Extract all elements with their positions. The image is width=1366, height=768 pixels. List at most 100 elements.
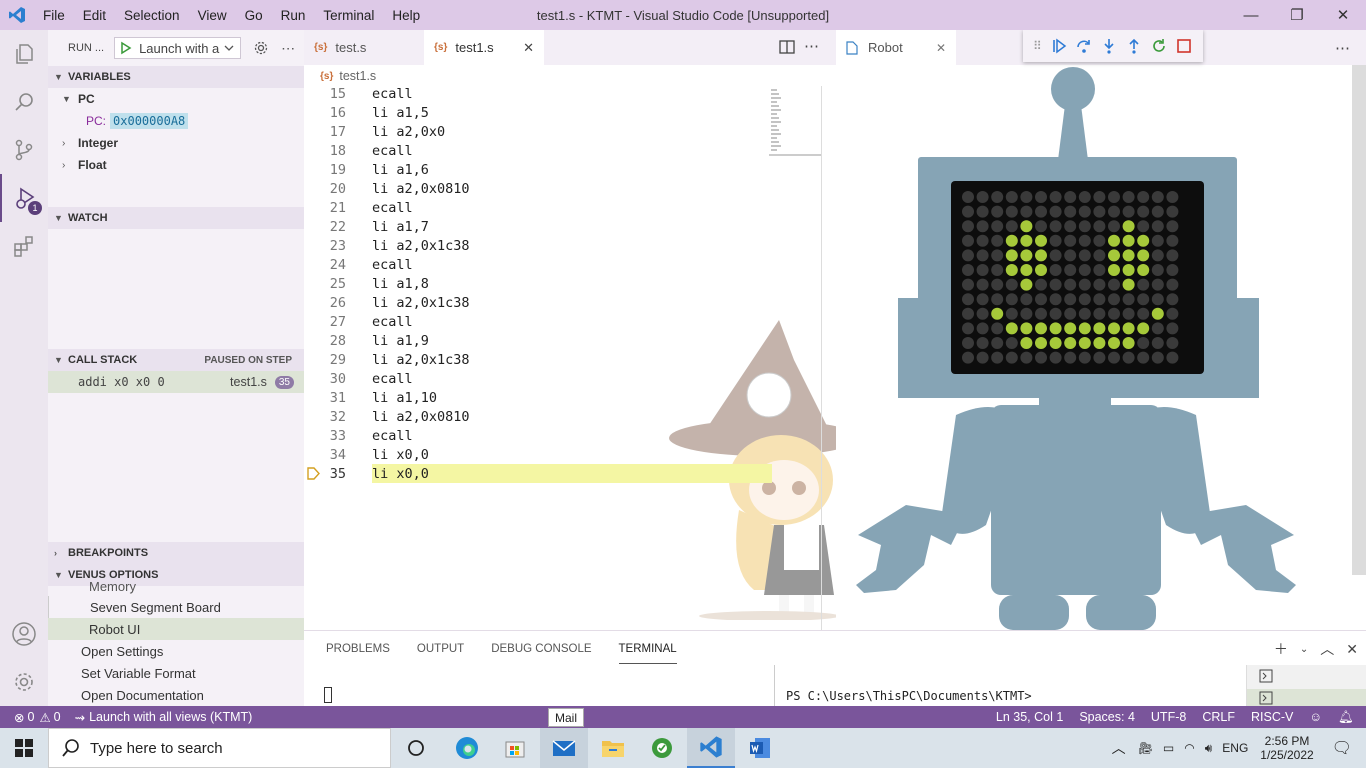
terminal-prompt[interactable]: PS C:\Users\ThisPC\Documents\KTMT> <box>786 689 1032 703</box>
step-over-icon[interactable] <box>1076 38 1092 54</box>
code-text[interactable]: li x0,0 <box>372 466 429 482</box>
feedback-icon[interactable]: ☺ <box>1309 710 1322 724</box>
start-windows-icon[interactable] <box>0 728 48 768</box>
debug-pointer-arrow-icon[interactable] <box>306 467 320 484</box>
menu-run[interactable]: Run <box>272 8 315 23</box>
volume-icon[interactable]: 🔊︎ <box>1205 741 1213 756</box>
run-debug-icon[interactable]: 1 <box>0 174 48 222</box>
close-window-button[interactable]: ✕ <box>1320 0 1366 30</box>
split-editor-icon[interactable] <box>779 40 795 54</box>
show-hidden-icons-chevron-icon[interactable]: ︿ <box>1112 738 1126 758</box>
code-line[interactable]: 30 ecall <box>304 369 836 388</box>
minimap[interactable] <box>769 86 821 156</box>
code-text[interactable]: li a2,0x1c38 <box>372 295 470 311</box>
mail-icon[interactable] <box>540 728 588 768</box>
callstack-section-header[interactable]: ▼ CALL STACK PAUSED ON STEP <box>48 349 304 371</box>
menu-help[interactable]: Help <box>383 8 429 23</box>
code-text[interactable]: ecall <box>372 371 413 387</box>
notification-center-icon[interactable]: 🗨︎ <box>1332 738 1352 758</box>
pc-value[interactable]: 0x000000A8 <box>110 113 189 129</box>
debug-settings-gear-icon[interactable] <box>253 40 269 56</box>
word-icon[interactable] <box>736 728 784 768</box>
problems-status[interactable]: ⊗ 0 ⚠ 0 <box>14 710 61 725</box>
code-line[interactable]: 19 li a1,6 <box>304 160 836 179</box>
venus-open-settings[interactable]: Open Settings <box>48 640 304 662</box>
code-line[interactable]: 32 li a2,0x0810 <box>304 407 836 426</box>
venus-option-memory[interactable]: Memory <box>48 575 304 597</box>
accounts-icon[interactable] <box>0 610 48 658</box>
panel-tab-terminal[interactable]: TERMINAL <box>618 635 677 664</box>
code-text[interactable]: li a2,0x0810 <box>372 181 470 197</box>
task-view-icon[interactable] <box>392 728 440 768</box>
search-icon[interactable] <box>0 78 48 126</box>
language-mode[interactable]: RISC-V <box>1251 710 1293 724</box>
encoding[interactable]: UTF-8 <box>1151 710 1186 724</box>
code-text[interactable]: ecall <box>372 143 413 159</box>
indentation[interactable]: Spaces: 4 <box>1079 710 1135 724</box>
edge-browser-icon[interactable] <box>443 728 491 768</box>
notifications-bell-icon[interactable]: 🔔︎ <box>1338 710 1354 725</box>
code-line[interactable]: 29 li a2,0x1c38 <box>304 350 836 369</box>
terminal-icon-active[interactable] <box>1259 691 1273 705</box>
end-of-line[interactable]: CRLF <box>1202 710 1235 724</box>
code-line[interactable]: 22 li a1,7 <box>304 217 836 236</box>
store-icon[interactable] <box>491 728 539 768</box>
meet-now-icon[interactable]: 🎥︎ <box>1138 741 1153 755</box>
code-text[interactable]: ecall <box>372 86 413 102</box>
battery-icon[interactable]: ▭ <box>1163 741 1174 755</box>
maximize-panel-icon[interactable]: ︿ <box>1320 639 1334 659</box>
code-line[interactable]: 17 li a2,0x0 <box>304 122 836 141</box>
code-text[interactable]: ecall <box>372 314 413 330</box>
code-line[interactable]: 15 ecall <box>304 84 836 103</box>
launch-config-select[interactable]: Launch with a <box>114 37 242 59</box>
stop-icon[interactable] <box>1176 38 1192 54</box>
code-text[interactable]: li a2,0x1c38 <box>372 352 470 368</box>
venus-set-variable-format[interactable]: Set Variable Format <box>48 662 304 684</box>
continue-icon[interactable] <box>1051 38 1067 54</box>
panel-tab-output[interactable]: OUTPUT <box>417 635 464 663</box>
wifi-icon[interactable]: ◠ <box>1184 741 1194 755</box>
maximize-button[interactable]: ❐ <box>1274 0 1320 30</box>
watch-section-header[interactable]: ▼ WATCH <box>48 207 304 229</box>
code-line[interactable]: 25 li a1,8 <box>304 274 836 293</box>
code-line[interactable]: 16 li a1,5 <box>304 103 836 122</box>
step-into-icon[interactable] <box>1101 38 1117 54</box>
code-line[interactable]: 33 ecall <box>304 426 836 445</box>
vscode-taskbar-icon[interactable] <box>687 728 735 768</box>
code-line[interactable]: 24 ecall <box>304 255 836 274</box>
close-tab-icon[interactable]: ✕ <box>936 41 946 55</box>
code-text[interactable]: li a1,7 <box>372 219 429 235</box>
code-text[interactable]: li a1,9 <box>372 333 429 349</box>
venus-option-robot-ui[interactable]: Robot UI <box>48 618 304 640</box>
terminal-dropdown-chevron-icon[interactable]: ⌄ <box>1300 644 1308 655</box>
green-app-icon[interactable] <box>638 728 686 768</box>
pc-group[interactable]: ▼ PC <box>48 88 304 110</box>
venus-option-seven-segment[interactable]: Seven Segment Board <box>48 596 304 618</box>
venus-open-documentation[interactable]: Open Documentation <box>48 684 304 706</box>
tab-test-s[interactable]: {s} test.s <box>304 30 424 65</box>
code-line[interactable]: 34 li x0,0 <box>304 445 836 464</box>
panel-tab-problems[interactable]: PROBLEMS <box>326 635 390 663</box>
file-explorer-icon[interactable] <box>589 728 637 768</box>
more-actions-icon[interactable]: ⋯ <box>281 40 295 57</box>
code-editor[interactable]: 15 ecall 16 li a1,5 17 li a2,0x0 18 ecall 19 li a… <box>304 84 836 483</box>
code-line[interactable]: 21 ecall <box>304 198 836 217</box>
editor-scrollbar[interactable] <box>821 86 822 630</box>
extensions-icon[interactable] <box>0 222 48 270</box>
tab-test1-s[interactable]: {s} test1.s ✕ <box>424 30 544 65</box>
cursor-position[interactable]: Ln 35, Col 1 <box>996 710 1063 724</box>
code-text[interactable]: li a1,10 <box>372 390 437 406</box>
code-line[interactable]: 18 ecall <box>304 141 836 160</box>
tab-robot[interactable]: Robot ✕ <box>836 30 956 65</box>
menu-file[interactable]: File <box>34 8 74 23</box>
menu-edit[interactable]: Edit <box>74 8 115 23</box>
restart-icon[interactable] <box>1151 38 1167 54</box>
close-panel-icon[interactable]: ✕ <box>1346 641 1358 658</box>
code-line[interactable]: 35 li x0,0 <box>304 464 836 483</box>
editor-more-icon[interactable]: ⋯ <box>804 37 819 55</box>
code-line[interactable]: 31 li a1,10 <box>304 388 836 407</box>
explorer-icon[interactable] <box>0 30 48 78</box>
close-tab-icon[interactable]: ✕ <box>523 40 534 56</box>
code-text[interactable]: li a1,5 <box>372 105 429 121</box>
menu-view[interactable]: View <box>189 8 236 23</box>
